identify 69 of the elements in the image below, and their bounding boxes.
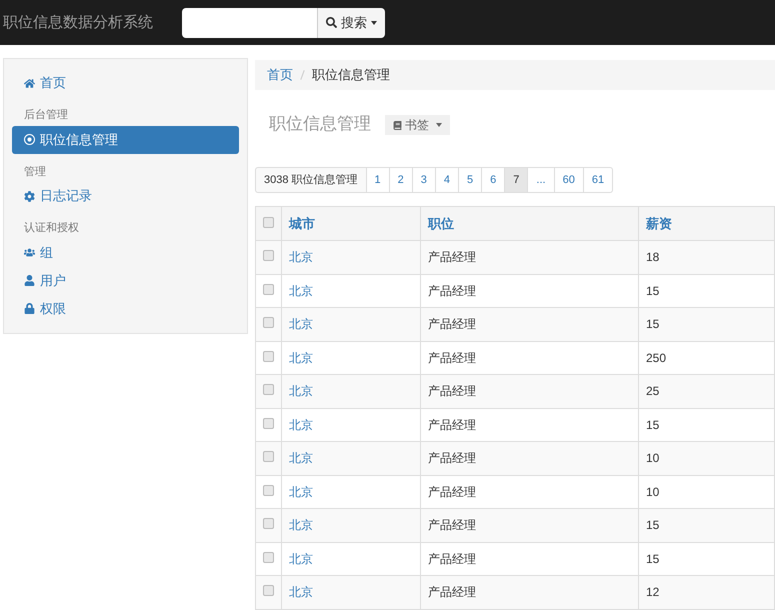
table-cell: 18 — [638, 240, 774, 274]
sidebar-header: 后台管理 — [23, 108, 69, 123]
city-link[interactable]: 北京 — [282, 508, 420, 542]
table-cell: 15 — [638, 508, 774, 542]
page-link[interactable]: 5 — [459, 167, 482, 193]
table-cell: 产品经理 — [420, 442, 638, 475]
table-cell: 产品经理 — [420, 576, 638, 609]
table-cell: 产品经理 — [420, 374, 638, 408]
page-link[interactable]: ... — [528, 167, 555, 193]
search-field[interactable] — [182, 8, 317, 38]
city-link[interactable]: 北京 — [282, 576, 420, 609]
checkbox[interactable] — [263, 418, 274, 429]
table-cell: 产品经理 — [420, 508, 638, 542]
page-link[interactable]: 61 — [584, 167, 614, 193]
search-button[interactable]: 搜索 — [317, 8, 385, 38]
city-link[interactable]: 北京 — [282, 374, 420, 408]
checkbox[interactable] — [263, 518, 274, 530]
caret-icon — [436, 123, 442, 127]
lock-icon — [24, 303, 35, 314]
sidebar-item[interactable]: 日志记录 — [12, 182, 239, 210]
pagination-summary: 3038 职位信息管理 — [255, 167, 367, 193]
sidebar-item[interactable]: 职位信息管理 — [12, 126, 239, 154]
sidebar-item[interactable]: 首页 — [12, 69, 239, 97]
checkbox[interactable] — [263, 451, 274, 462]
table-cell: 15 — [638, 308, 774, 341]
breadcrumb-current: 职位信息管理 — [312, 66, 390, 84]
book-icon — [393, 120, 402, 130]
checkbox[interactable] — [263, 284, 274, 295]
sidebar-item[interactable]: 用户 — [12, 266, 239, 294]
page-link[interactable]: 2 — [390, 167, 413, 193]
column-header[interactable]: 城市 — [282, 206, 420, 240]
users-icon — [24, 247, 35, 258]
sidebar-item[interactable]: 权限 — [12, 294, 239, 322]
sidebar-item[interactable]: 组 — [12, 238, 239, 266]
bookmark-button[interactable]: 书签 — [385, 115, 450, 135]
checkbox[interactable] — [263, 317, 274, 328]
page-link[interactable]: 7 — [505, 167, 528, 193]
checkbox[interactable] — [263, 350, 274, 362]
sidebar-header: 管理 — [23, 164, 47, 180]
sidebar-header: 认证和授权 — [23, 221, 80, 236]
city-link[interactable]: 北京 — [282, 442, 420, 475]
city-link[interactable]: 北京 — [282, 240, 420, 274]
page-link[interactable]: 6 — [482, 167, 506, 193]
page-title: 职位信息管理 — [269, 113, 371, 136]
table-cell: 25 — [638, 374, 774, 408]
home-icon — [24, 78, 35, 88]
checkbox[interactable] — [263, 250, 274, 262]
checkbox[interactable] — [263, 552, 274, 563]
page-link[interactable]: 4 — [436, 167, 460, 193]
user-icon — [24, 275, 35, 286]
checkbox[interactable] — [263, 484, 274, 496]
page-link[interactable]: 3 — [412, 167, 436, 193]
column-header[interactable]: 薪资 — [638, 206, 774, 240]
search-icon — [326, 17, 337, 28]
checkbox[interactable] — [263, 384, 274, 396]
city-link[interactable]: 北京 — [282, 308, 420, 341]
table-cell: 10 — [638, 442, 774, 475]
table-cell: 产品经理 — [420, 240, 638, 274]
caret-icon — [371, 20, 377, 24]
app-title: 职位信息数据分析系统 — [2, 12, 154, 34]
page-link[interactable]: 60 — [554, 167, 584, 193]
checkbox[interactable] — [263, 585, 274, 596]
checkbox[interactable] — [263, 216, 274, 228]
breadcrumb-link[interactable]: 首页 — [267, 65, 293, 85]
gear-icon — [24, 190, 35, 202]
table-cell: 12 — [638, 576, 774, 609]
table-cell: 产品经理 — [420, 308, 638, 341]
column-header[interactable]: 职位 — [420, 206, 638, 240]
page-link[interactable]: 1 — [366, 167, 390, 193]
